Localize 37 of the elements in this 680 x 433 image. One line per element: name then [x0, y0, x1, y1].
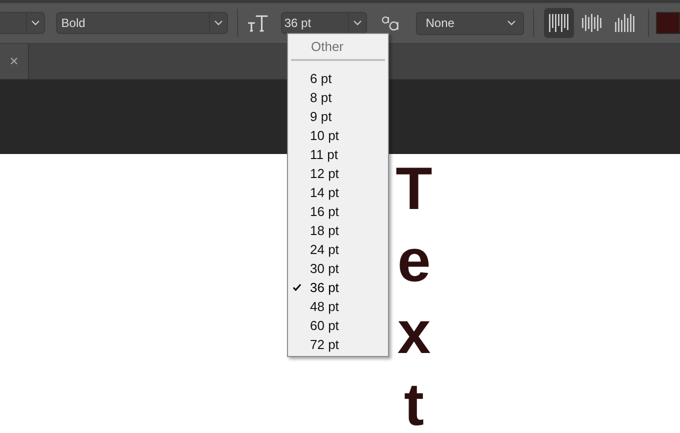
menu-item[interactable]: 48 pt [288, 297, 388, 316]
menu-item[interactable]: 36 pt [288, 278, 388, 297]
text-letter: T [396, 163, 432, 215]
menu-item[interactable]: 9 pt [288, 107, 388, 126]
font-size-icon [246, 14, 268, 32]
menu-item[interactable]: 60 pt [288, 316, 388, 335]
menu-item[interactable]: 6 pt [288, 69, 388, 88]
chevron-down-icon [31, 20, 40, 26]
menu-item[interactable]: 14 pt [288, 183, 388, 202]
text-color-swatch[interactable] [656, 12, 680, 34]
text-letter: e [397, 235, 431, 287]
close-button[interactable]: × [10, 54, 18, 69]
anti-aliasing-dropdown[interactable]: None [416, 12, 524, 34]
chevron-down-icon [214, 20, 223, 26]
align-center-icon [582, 13, 602, 33]
checkmark-icon [293, 284, 301, 291]
font-size-field[interactable]: 36 pt [281, 12, 368, 34]
menu-item[interactable]: 72 pt [288, 335, 388, 354]
align-right-icon [615, 13, 636, 33]
document-tab[interactable]: × [0, 44, 29, 79]
font-style-dropdown[interactable]: Bold [56, 12, 228, 34]
anti-aliasing-icon [381, 14, 401, 32]
menu-header: Other [310, 38, 345, 56]
menu-item[interactable]: 12 pt [288, 164, 388, 183]
menu-item[interactable]: 24 pt [288, 240, 388, 259]
chevron-down-icon [507, 20, 516, 26]
menu-item[interactable]: 16 pt [288, 202, 388, 221]
menu-item[interactable]: 30 pt [288, 259, 388, 278]
text-letter: x [397, 307, 431, 359]
menu-item[interactable]: 18 pt [288, 221, 388, 240]
menu-item[interactable]: 11 pt [288, 145, 388, 164]
menu-item[interactable]: 8 pt [288, 88, 388, 107]
align-left-icon [549, 13, 570, 33]
align-button[interactable] [544, 8, 574, 38]
chevron-down-icon [353, 20, 362, 26]
menu-item[interactable]: 10 pt [288, 126, 388, 145]
text-letter: t [404, 379, 424, 431]
